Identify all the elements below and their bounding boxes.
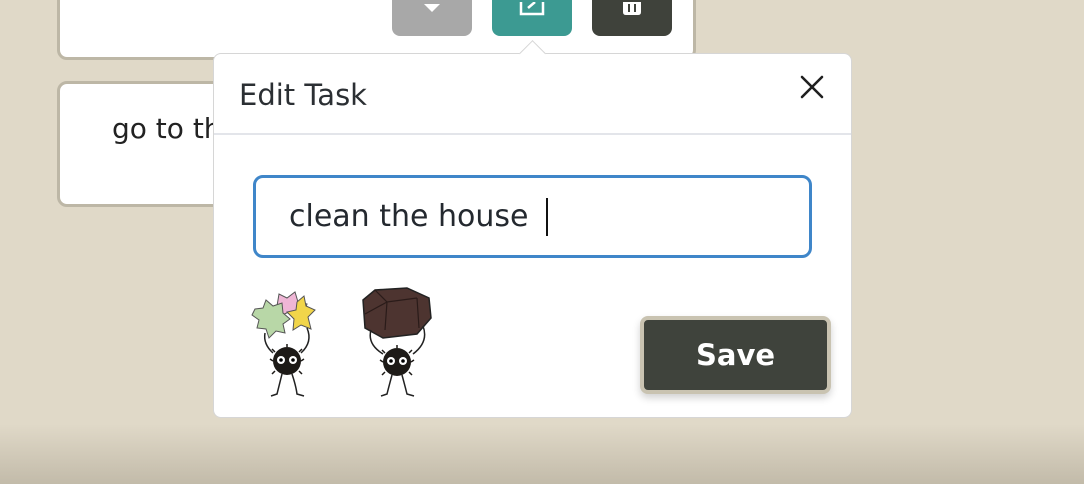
soot-sprite-rock-icon — [362, 287, 432, 397]
popover-header: Edit Task — [214, 54, 851, 135]
popover-title: Edit Task — [239, 78, 367, 112]
edit-task-popover: Edit Task clean the house Save — [213, 40, 852, 418]
text-caret — [546, 197, 548, 236]
delete-task-button[interactable] — [592, 0, 672, 36]
edit-task-button[interactable] — [492, 0, 572, 36]
soot-sprite-candy-icon — [251, 291, 316, 397]
edit-icon — [519, 2, 545, 16]
close-icon — [800, 75, 824, 99]
task-input[interactable]: clean the house — [253, 175, 812, 258]
save-button[interactable]: Save — [640, 316, 831, 394]
trash-icon — [623, 2, 641, 15]
close-button[interactable] — [797, 72, 827, 102]
check-icon — [424, 4, 440, 12]
complete-task-button[interactable] — [392, 0, 472, 36]
task-input-value: clean the house — [289, 199, 538, 234]
bottom-shadow — [0, 424, 1084, 484]
